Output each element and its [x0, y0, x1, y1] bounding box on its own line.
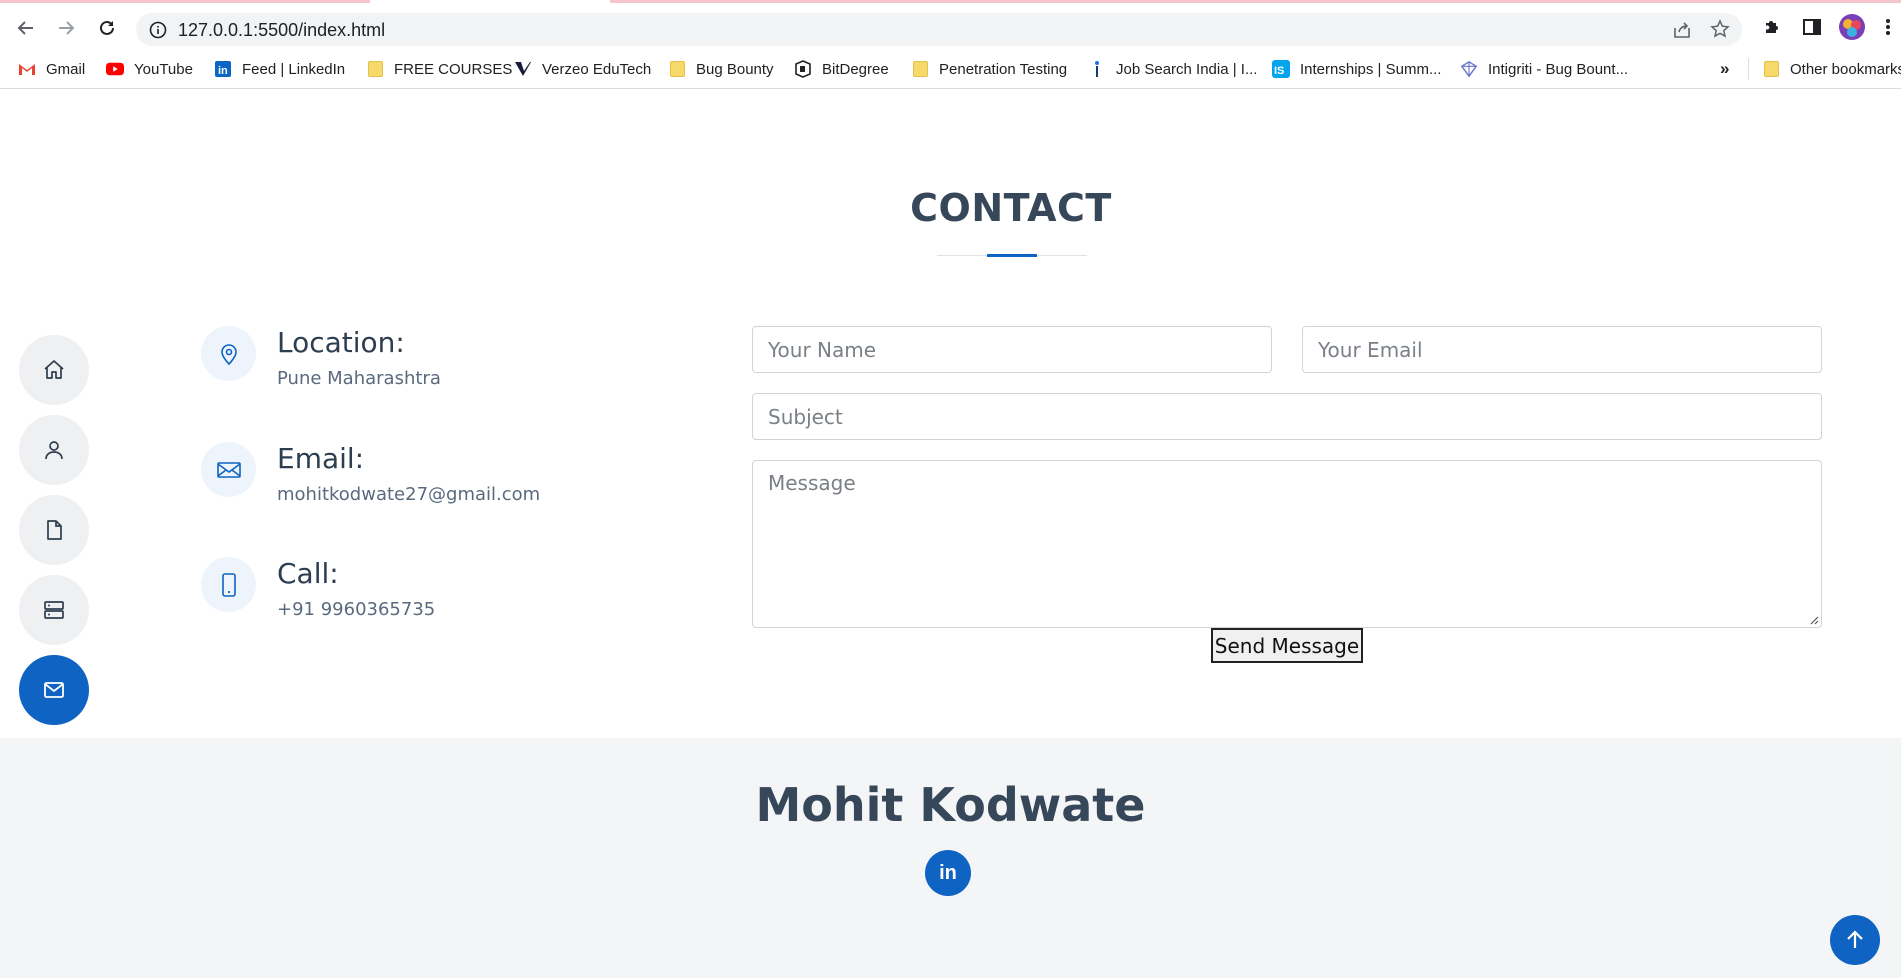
nav-contact-button[interactable] — [19, 655, 89, 725]
folder-icon — [366, 60, 384, 78]
bookmark-youtube[interactable]: YouTube — [106, 58, 193, 80]
folder-icon — [668, 60, 686, 78]
subject-input[interactable]: Subject — [752, 393, 1822, 440]
bookmark-gmail[interactable]: Gmail — [18, 58, 85, 80]
footer-name: Mohit Kodwate — [755, 778, 1146, 832]
location-label: Location: — [277, 326, 405, 359]
footer: Mohit Kodwate in — [0, 738, 1901, 978]
nav-home-button[interactable] — [19, 335, 89, 405]
bookmark-linkedin-feed[interactable]: in Feed | LinkedIn — [214, 58, 345, 80]
url-field[interactable]: 127.0.0.1:5500/index.html — [136, 13, 1742, 46]
bookmark-label: BitDegree — [822, 60, 889, 78]
bookmark-penetration-testing[interactable]: Penetration Testing — [911, 58, 1067, 80]
name-input[interactable]: Your Name — [752, 326, 1272, 373]
address-bar-row: 127.0.0.1:5500/index.html — [0, 4, 1901, 48]
bookmark-intigriti[interactable]: Intigriti - Bug Bount... — [1460, 58, 1628, 80]
bitdegree-icon — [794, 60, 812, 78]
bookmarks-overflow-button[interactable]: » — [1720, 58, 1729, 80]
server-icon — [44, 601, 64, 619]
bookmark-internshala[interactable]: IS Internships | Summ... — [1272, 58, 1441, 80]
bookmark-label: Gmail — [46, 60, 86, 78]
person-icon — [45, 441, 63, 460]
bookmark-free-courses[interactable]: FREE COURSES — [366, 58, 512, 80]
section-title: CONTACT — [910, 186, 1112, 230]
side-panel-icon[interactable] — [1802, 17, 1822, 37]
url-text: 127.0.0.1:5500/index.html — [178, 20, 386, 40]
youtube-icon — [106, 60, 124, 78]
title-accent-bar — [987, 254, 1037, 257]
message-placeholder: Message — [768, 471, 856, 495]
nav-resume-button[interactable] — [19, 495, 89, 565]
profile-avatar[interactable] — [1838, 13, 1866, 41]
phone-icon — [201, 557, 256, 612]
back-icon[interactable] — [12, 14, 40, 42]
subject-placeholder: Subject — [768, 404, 843, 429]
email-placeholder: Your Email — [1318, 337, 1423, 362]
call-label: Call: — [277, 557, 339, 590]
intigriti-icon — [1460, 60, 1478, 78]
other-bookmarks[interactable]: Other bookmarks — [1762, 58, 1901, 80]
bookmark-label: YouTube — [134, 60, 193, 78]
bookmark-star-icon[interactable] — [1710, 19, 1730, 39]
bookmark-label: Feed | LinkedIn — [242, 60, 346, 78]
email-input[interactable]: Your Email — [1302, 326, 1822, 373]
call-value[interactable]: +91 9960365735 — [277, 599, 435, 620]
menu-kebab-icon[interactable] — [1884, 17, 1892, 37]
bookmark-label: Penetration Testing — [939, 60, 1068, 78]
bookmarks-bar: Gmail YouTube in Feed | LinkedIn FREE CO… — [0, 48, 1901, 89]
svg-text:in: in — [218, 65, 228, 77]
send-message-button[interactable]: Send Message — [1211, 628, 1363, 663]
map-pin-icon — [201, 326, 256, 381]
location-value: Pune Maharashtra — [277, 368, 441, 389]
email-label: Email: — [277, 442, 365, 475]
verzeo-icon — [514, 60, 532, 78]
bookmark-bitdegree[interactable]: BitDegree — [794, 58, 889, 80]
message-textarea[interactable]: Message — [752, 460, 1822, 628]
nav-services-button[interactable] — [19, 575, 89, 645]
bookmarks-divider — [1748, 58, 1749, 80]
resize-handle-icon[interactable] — [1809, 615, 1819, 625]
name-placeholder: Your Name — [768, 337, 877, 362]
back-to-top-button[interactable] — [1830, 915, 1880, 965]
bookmark-label: Job Search India | I... — [1116, 60, 1258, 78]
site-info-icon[interactable] — [149, 21, 167, 39]
linkedin-icon: in — [214, 60, 232, 78]
bookmark-label: Intigriti - Bug Bount... — [1488, 60, 1629, 78]
arrow-up-icon — [1847, 930, 1863, 948]
folder-icon — [1762, 60, 1780, 78]
extensions-icon[interactable] — [1762, 17, 1782, 37]
linkedin-icon[interactable]: in — [925, 850, 971, 896]
bookmark-label: FREE COURSES — [394, 60, 513, 78]
email-value[interactable]: mohitkodwate27@gmail.com — [277, 484, 540, 505]
reload-icon[interactable] — [93, 14, 121, 42]
bookmark-label: Bug Bounty — [696, 60, 774, 78]
folder-icon — [911, 60, 929, 78]
bookmark-bug-bounty[interactable]: Bug Bounty — [668, 58, 774, 80]
bookmark-label: Other bookmarks — [1790, 60, 1901, 78]
bookmark-job-search[interactable]: Job Search India | I... — [1088, 58, 1257, 80]
internshala-icon: IS — [1272, 60, 1290, 78]
share-icon[interactable] — [1672, 20, 1692, 40]
envelope-icon — [44, 682, 64, 698]
bookmark-verzeo[interactable]: Verzeo EduTech — [514, 58, 651, 80]
nav-about-button[interactable] — [19, 415, 89, 485]
gmail-icon — [18, 60, 36, 78]
svg-text:IS: IS — [1274, 65, 1284, 77]
envelope-icon — [201, 442, 256, 497]
job-search-icon — [1088, 60, 1106, 78]
bookmark-label: Internships | Summ... — [1300, 60, 1442, 78]
bookmark-label: Verzeo EduTech — [542, 60, 652, 78]
home-icon — [44, 360, 64, 379]
file-icon — [47, 520, 62, 540]
forward-icon[interactable] — [52, 14, 80, 42]
